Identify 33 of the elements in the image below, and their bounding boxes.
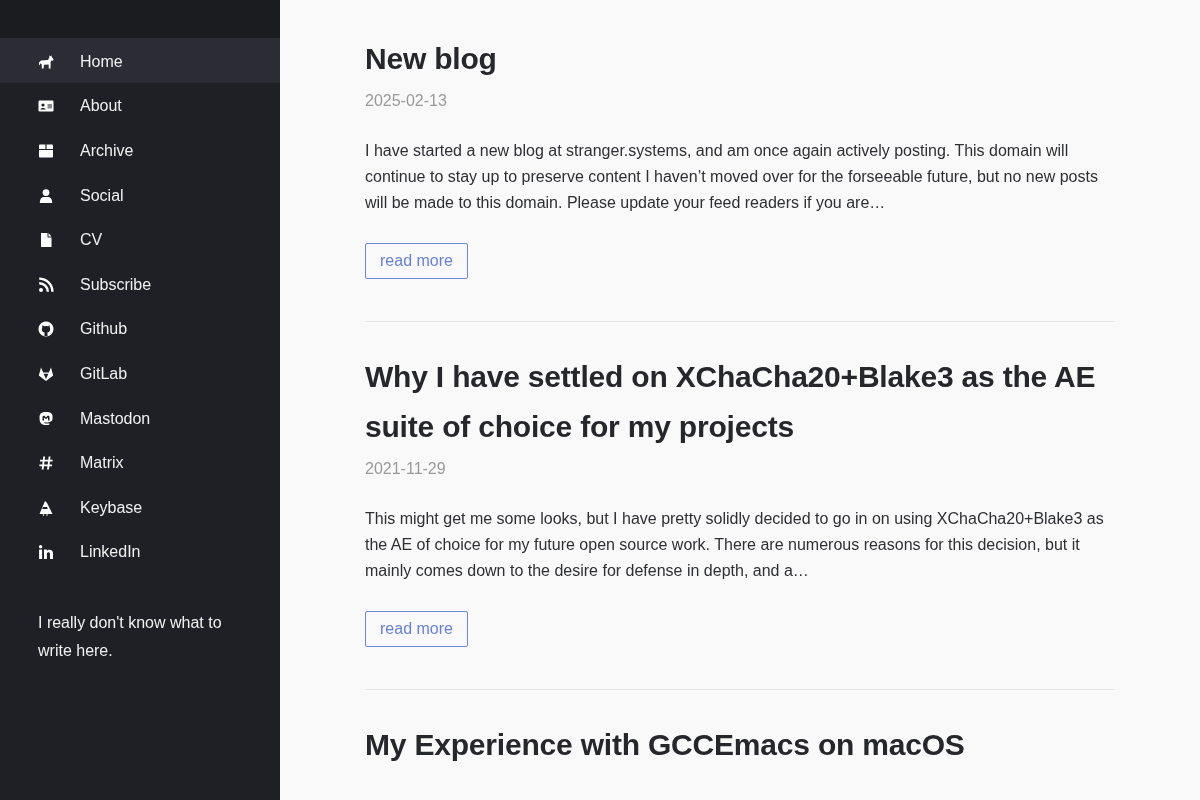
archive-box-icon: [38, 143, 54, 159]
horse-icon: [38, 53, 54, 70]
nav-link[interactable]: Github: [0, 305, 280, 351]
nav-link[interactable]: Archive: [0, 127, 280, 172]
nav-link[interactable]: Matrix: [0, 439, 280, 484]
nav-link[interactable]: Keybase: [0, 483, 280, 529]
nav-link[interactable]: CV: [0, 216, 280, 261]
rss-icon: [38, 276, 54, 293]
nav-link[interactable]: GitLab: [0, 350, 280, 395]
nav-link[interactable]: Mastodon: [0, 394, 280, 440]
file-icon: [38, 232, 54, 249]
read-more-button[interactable]: read more: [365, 611, 468, 647]
sidebar-blurb: I really don't know what to write here.: [38, 613, 223, 662]
nav-link[interactable]: Subscribe: [0, 260, 280, 306]
post-date: 2021-11-29: [365, 459, 447, 479]
post-excerpt: This might get me some looks, but I have pretty solidly decided to go in on using XChaCha20+Blake3 as the AE of choice for my future open source work. There are numerous reasons for this decision, but it mainly comes down to the desire for defense in depth, and a…: [365, 509, 1105, 581]
id-card-icon: [38, 98, 54, 115]
read-more-button[interactable]: read more: [365, 243, 468, 279]
speech-bubble-icon: [38, 410, 54, 427]
post-title-link[interactable]: Why I have settled on XChaCha20+Blake3 as the AE suite of choice for my projects: [365, 352, 1115, 452]
nav-link[interactable]: LinkedIn: [0, 528, 280, 574]
nav-link[interactable]: About: [0, 82, 280, 128]
nav-link[interactable]: Social: [0, 171, 280, 217]
post-excerpt: I have started a new blog at stranger.systems, and am once again actively posting. This domain will continue to stay up to preserve content I haven’t moved over for the forseeable future, but no new posts will be made to this domain. Please update your feed readers if you are…: [365, 141, 1099, 213]
triangle-icon: [38, 499, 54, 516]
post-title-link[interactable]: My Experience with GCCEmacs on macOS: [365, 720, 1115, 770]
cat-icon: [38, 321, 54, 338]
post-title-link[interactable]: New blog: [365, 34, 1115, 84]
user-icon: [38, 187, 54, 204]
post-date: 2025-02-13: [365, 91, 448, 111]
hash-icon: [38, 455, 54, 472]
in-logo-icon: [38, 544, 54, 561]
nav-link[interactable]: Home: [0, 38, 280, 83]
